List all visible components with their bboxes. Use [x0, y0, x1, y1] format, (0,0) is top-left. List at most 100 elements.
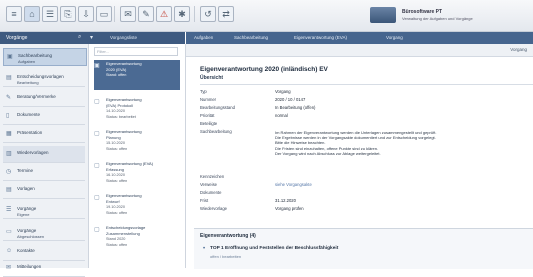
field-row: Nummer 2020 / 10 / 0147: [200, 97, 533, 104]
download-icon[interactable]: ⇩: [78, 6, 94, 22]
task-item[interactable]: ▣ Eigenverantwortung 2020 (EVA) Stand: o…: [94, 60, 180, 90]
alert-icon[interactable]: ⚠: [156, 6, 172, 22]
sidebar-item-label: Mitteilungen: [17, 264, 42, 269]
field-label: Priorität: [200, 113, 215, 118]
tab-vorgang[interactable]: Vorgang: [510, 47, 527, 52]
menu-icon[interactable]: ≡: [6, 6, 22, 22]
bullet-icon: •: [203, 246, 206, 252]
sidebar-item-label: Vorgänge: [17, 228, 37, 233]
window-icon[interactable]: ▭: [96, 6, 112, 22]
field-row: Beteiligte: [200, 121, 533, 128]
document-icon: ▤: [6, 75, 12, 81]
task-title: Eigenverantwortung (EVA): [106, 161, 154, 166]
field-value: normal: [275, 113, 288, 118]
sidebar-item-vorgaenge-abgeschlossen[interactable]: ▭ Vorgänge Abgeschlossen: [3, 224, 85, 241]
field-row: Priorität normal: [200, 113, 533, 120]
nav-header: Vorgänge ⌕ ▾ Vorgangsliste: [0, 32, 185, 44]
task-item[interactable]: ▢ Entscheidungsvorlage Zusammenstellung …: [94, 224, 180, 254]
field-label: Kennzeichen: [200, 174, 225, 179]
task-item[interactable]: ▢ Eigenverantwortung Planung 15.10.2020 …: [94, 128, 180, 158]
task-icon: ▢: [94, 99, 100, 105]
sidebar-item-sachbearbeitung[interactable]: ▣ Sachbearbeitung Aufgaben: [3, 48, 87, 66]
description-line: Der Vorgang wird nach Abschluss zur Abla…: [275, 150, 381, 156]
field-row: Typ Vorgang: [200, 89, 533, 96]
sidebar-item-label: Entscheidungsvorlagen: [17, 74, 64, 79]
mail-icon[interactable]: ✉: [120, 6, 136, 22]
task-title: Eigenverantwortung: [106, 129, 142, 134]
field-value: 31.12.2020: [275, 198, 296, 203]
sidebar-item-entscheidungsvorlagen[interactable]: ▤ Entscheidungsvorlagen Bearbeitung: [3, 70, 85, 87]
agenda-item-status[interactable]: offen / bearbeiten: [210, 254, 241, 259]
sidebar-item-vorlagen[interactable]: ▤ Vorlagen: [3, 182, 85, 199]
task-filter-input[interactable]: Filter...: [94, 47, 178, 56]
detail-tab-strip: Vorgang: [186, 44, 533, 57]
main-toolbar: ≡ ⌂ ☰ ⎘ ⇩ ▭ ✉ ✎ ⚠ ✱ ↺ ⇄ Bürosoftware PT …: [0, 0, 533, 32]
task-icon: ▢: [94, 195, 100, 201]
list-icon[interactable]: ☰: [42, 6, 58, 22]
field-row: Verweise siehe Vorgangsakte: [200, 182, 533, 189]
person-icon: ☺: [6, 248, 13, 254]
agenda-item-title[interactable]: TOP 1 Eröffnung und Feststellen der Besc…: [210, 246, 338, 251]
breadcrumb: Aufgaben Sachbearbeitung Eigenverantwort…: [186, 32, 533, 44]
breadcrumb-item[interactable]: Sachbearbeitung: [234, 35, 268, 40]
detail-panel: Vorgang Eigenverantwortung 2020 (inländi…: [186, 44, 533, 269]
task-status: Status: offen: [106, 147, 128, 151]
task-icon: ▢: [94, 131, 100, 137]
settings-icon[interactable]: ✱: [174, 6, 190, 22]
sidebar-item-termine[interactable]: ◷ Termine: [3, 164, 85, 181]
sidebar: ▣ Sachbearbeitung Aufgaben ▤ Entscheidun…: [0, 44, 89, 277]
field-label: Sachbearbeitung: [200, 129, 232, 134]
breadcrumb-item[interactable]: Aufgaben: [194, 35, 213, 40]
task-status: Status: offen: [106, 243, 128, 247]
task-subtitle: Zusammenstellung: [106, 231, 140, 236]
archive-icon: ▭: [6, 229, 12, 235]
swap-icon[interactable]: ⇄: [218, 6, 234, 22]
note-icon: ✎: [6, 95, 12, 101]
field-label: Dokumente: [200, 190, 222, 195]
sidebar-item-mitteilungen[interactable]: ✉ Mitteilungen: [3, 260, 85, 277]
template-icon: ▤: [6, 187, 12, 193]
sidebar-item-dokumente[interactable]: ▯ Dokumente: [3, 108, 85, 125]
refresh-icon[interactable]: ↺: [200, 6, 216, 22]
field-row: Frist 31.12.2020: [200, 198, 533, 205]
toolbar-separator: [114, 6, 115, 22]
copy-icon[interactable]: ⎘: [60, 6, 76, 22]
sidebar-item-kontakte[interactable]: ☺ Kontakte: [3, 244, 85, 261]
field-label: Verweise: [200, 182, 217, 187]
field-row: Bearbeitungsstand In Bearbeitung (offen): [200, 105, 533, 112]
task-subtitle: (EVA) Protokoll: [106, 103, 134, 108]
description-text: Im Rahmen der Eigenverantwortung werden …: [275, 130, 533, 156]
clock-icon: ◷: [6, 169, 12, 175]
sidebar-item-sublabel: Eigene: [17, 212, 30, 217]
sidebar-item-sublabel: Abgeschlossen: [17, 234, 45, 239]
sidebar-item-vorgaenge-eigene[interactable]: ☰ Vorgänge Eigene: [3, 202, 85, 219]
breadcrumb-item[interactable]: Eigenverantwortung (EVA): [294, 35, 347, 40]
sidebar-item-label: Wiedervorlagen: [17, 150, 49, 155]
sidebar-item-sublabel: Bearbeitung: [17, 80, 39, 85]
section-heading: Übersicht: [200, 75, 224, 81]
sidebar-item-wiedervorlagen[interactable]: ▥ Wiedervorlagen: [3, 146, 85, 163]
task-icon: ▢: [94, 163, 100, 169]
field-label: Wiedervorlage: [200, 206, 227, 211]
filter-icon[interactable]: ▾: [90, 34, 93, 41]
task-status: Status: offen: [106, 179, 128, 183]
field-label: Bearbeitungsstand: [200, 105, 235, 110]
app-logo: [370, 7, 396, 23]
sidebar-item-beratung[interactable]: ✎ Beratung/Vermerke: [3, 90, 85, 107]
field-value: Vorgang prüfen: [275, 206, 304, 211]
home-icon[interactable]: ⌂: [24, 6, 40, 22]
search-icon[interactable]: ⌕: [78, 34, 81, 41]
breadcrumb-item[interactable]: Vorgang: [386, 35, 403, 40]
agenda-section-title: Eigenverantwortung (4): [200, 233, 256, 239]
sidebar-item-praesentation[interactable]: ▦ Präsentation: [3, 126, 85, 143]
reference-link[interactable]: siehe Vorgangsakte: [275, 182, 312, 187]
task-item[interactable]: ▢ Eigenverantwortung (EVA) Erfassung 16.…: [94, 160, 180, 190]
task-date: 16.10.2020: [106, 173, 126, 177]
task-item[interactable]: ▢ Eigenverantwortung (EVA) Protokoll 14.…: [94, 96, 180, 126]
field-label: Typ: [200, 89, 207, 94]
task-subtitle: 2020 (EVA): [106, 67, 127, 72]
task-date: 15.10.2020: [106, 141, 126, 145]
task-title: Eigenverantwortung: [106, 61, 142, 66]
task-item[interactable]: ▢ Eigenverantwortung Entwurf 19.10.2020 …: [94, 192, 180, 222]
edit-icon[interactable]: ✎: [138, 6, 154, 22]
